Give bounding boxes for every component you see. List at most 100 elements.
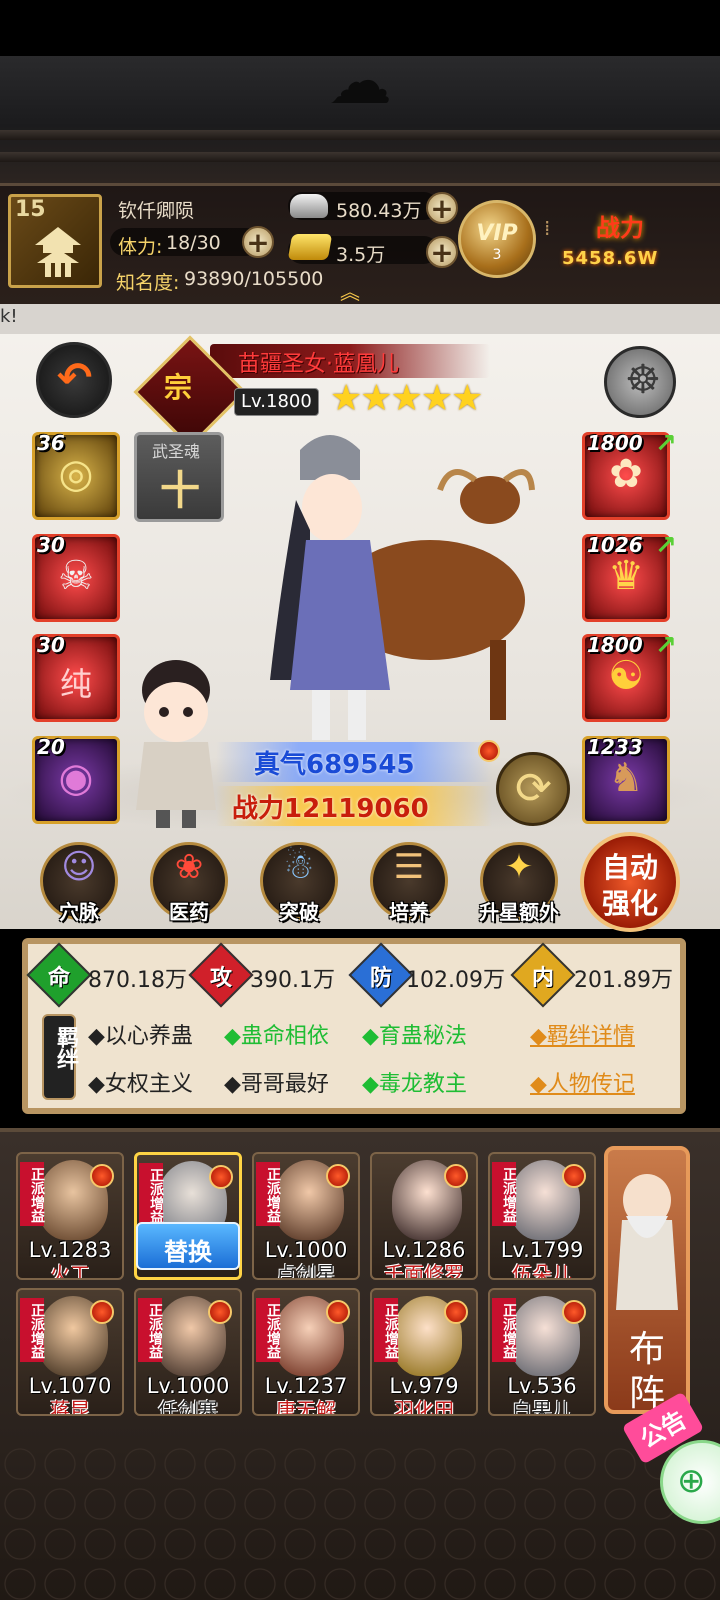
hero-class-label: 宗 — [164, 371, 193, 404]
stamina-label: 体力: — [118, 236, 163, 258]
skill-slot-1[interactable]: 36 ◎ — [32, 431, 120, 520]
bond-detail-link[interactable]: ◆羁绊详情 — [530, 1018, 635, 1050]
equipment-slot-1[interactable]: 1800 ✿ ↗ — [582, 429, 677, 520]
hero-level: Lv.1800 — [234, 388, 319, 416]
team-member-1[interactable]: 正派增益 Lv.1283 火工 — [16, 1152, 124, 1280]
notification-dot — [90, 1164, 114, 1188]
notification-dot — [326, 1300, 350, 1324]
skill-slot-2[interactable]: 30 ☠ — [32, 533, 120, 622]
player-level: 15 — [15, 197, 46, 222]
team-member-10[interactable]: 正派增益 Lv.536 白果儿 — [488, 1288, 596, 1416]
roof-beam — [0, 152, 720, 162]
team-member-6[interactable]: 正派增益 Lv.1070 蒋昆 — [16, 1288, 124, 1416]
back-arrow-icon: ↶ — [57, 353, 93, 402]
ornament-icon: ⁞ — [544, 216, 551, 240]
bottom-pattern — [0, 1444, 720, 1600]
hero-power-value: 战力12119060 — [232, 794, 429, 824]
add-silver-button[interactable]: + — [426, 192, 458, 224]
total-power-value: 5458.6W — [562, 248, 659, 269]
defense-attr-label: 防 — [370, 966, 393, 991]
ox-icon: ♞ — [608, 755, 644, 801]
breakthrough-label: 突破 — [279, 900, 319, 924]
notification-dot — [208, 1300, 232, 1324]
mount-slot[interactable]: 1233 ♞ — [582, 735, 670, 824]
add-stamina-button[interactable]: + — [242, 226, 274, 258]
roof-banner: ☁ — [0, 50, 720, 186]
faction-buff-tag: 正派增益 — [138, 1298, 163, 1362]
faction-buff-tag: 正派增益 — [139, 1163, 164, 1227]
skill-slot-count: 30 — [37, 633, 65, 657]
faction-buff-tag: 正派增益 — [256, 1298, 281, 1362]
notification-dot — [444, 1164, 468, 1188]
member-name: 白果儿 — [512, 1398, 572, 1416]
team-member-3[interactable]: 正派增益 Lv.1000 卢剑星 — [252, 1152, 360, 1280]
medicine-label: 医药 — [169, 900, 209, 924]
bonds-tag-label: 羁绊 — [53, 1026, 78, 1070]
team-member-4[interactable]: Lv.1286 千面修罗 — [370, 1152, 478, 1280]
gold-value: 3.5万 — [336, 244, 386, 266]
skill-slot-4[interactable]: 20 ◉ — [32, 735, 120, 824]
team-member-9[interactable]: 正派增益 Lv.979 羽化田 — [370, 1288, 478, 1416]
back-button[interactable]: ↶ — [36, 342, 112, 418]
notification-dot — [444, 1300, 468, 1324]
formation-portrait — [616, 1174, 678, 1310]
bonds-tag: 羁绊 — [42, 1014, 78, 1100]
auto-enhance-button[interactable]: 自动 强化 — [580, 832, 680, 932]
expand-chevron-icon[interactable]: ︽ — [340, 276, 360, 305]
member-name: 羽化田 — [394, 1398, 454, 1416]
notification-dot — [209, 1165, 233, 1189]
faction-buff-tag: 正派增益 — [374, 1298, 399, 1362]
add-gold-button[interactable]: + — [426, 236, 458, 268]
team-member-5[interactable]: 正派增益 Lv.1799 伍朵儿 — [488, 1152, 596, 1280]
team-member-7[interactable]: 正派增益 Lv.1000 任剑寒 — [134, 1288, 242, 1416]
equipment-slot-3[interactable]: 1800 ☯ ↗ — [582, 631, 677, 722]
skill-slot-3[interactable]: 30 纯 — [32, 633, 120, 722]
replace-button[interactable]: 替换 — [136, 1222, 240, 1270]
equipment-slot-2[interactable]: 1026 ♛ ↗ — [582, 531, 677, 622]
vip-badge[interactable]: VIP 3 — [458, 200, 536, 278]
inner-attr-value: 201.89万 — [574, 968, 673, 993]
defense-attr-value: 102.09万 — [406, 968, 505, 993]
member-name: 火工 — [50, 1262, 90, 1280]
skull-icon: ☠ — [58, 553, 94, 599]
swap-hero-button[interactable]: ⟳ — [496, 752, 570, 826]
meridian-icon: ☺ — [61, 847, 97, 887]
breakthrough-icon: ☃ — [283, 847, 315, 887]
gamepad-icon: ⊕ — [677, 1461, 706, 1501]
upgrade-arrow-icon: ↗ — [655, 429, 677, 459]
gold-bar-icon — [287, 234, 333, 260]
meditating-figure-icon: ☸ — [625, 357, 661, 403]
bond-item: ◆哥哥最好 — [224, 1072, 329, 1097]
member-name: 唐无解 — [276, 1398, 336, 1416]
marquee-bar — [0, 304, 720, 334]
faction-buff-tag: 正派增益 — [492, 1298, 517, 1362]
silver-value: 580.43万 — [336, 200, 422, 222]
upgrade-arrow-icon: ↗ — [655, 531, 677, 561]
team-member-8[interactable]: 正派增益 Lv.1237 唐无解 — [252, 1288, 360, 1416]
biography-link[interactable]: ◆人物传记 — [530, 1066, 635, 1098]
star-up-icon: ✦ — [504, 847, 534, 887]
pure-glyph-icon: 纯 — [59, 665, 92, 703]
member-name: 任剑寒 — [158, 1398, 218, 1416]
formation-button[interactable]: 布 阵 — [604, 1146, 690, 1414]
fame-value: 93890/105500 — [184, 268, 324, 290]
notification-dot — [326, 1164, 350, 1188]
auto-enhance-label-1: 自动 — [601, 851, 658, 884]
stamina-value: 18/30 — [166, 232, 221, 254]
replace-button-label: 替换 — [164, 1238, 212, 1266]
bond-item: ◆育蛊秘法 — [362, 1024, 467, 1049]
orb-icon: ◉ — [58, 755, 94, 801]
meridian-label: 穴脉 — [59, 900, 99, 924]
bond-item: ◆女权主义 — [88, 1072, 193, 1097]
roof-beam — [0, 130, 720, 140]
medicine-icon: ❀ — [174, 847, 204, 887]
refresh-icon: ⟳ — [515, 763, 552, 814]
fame-label: 知名度: — [116, 272, 180, 294]
hero-portrait — [270, 435, 535, 740]
faction-buff-tag: 正派增益 — [20, 1162, 45, 1226]
cultivate-label: 培养 — [389, 900, 429, 924]
player-level-badge[interactable]: 15 — [8, 194, 102, 288]
hero-star-rating: ★★★★★ — [330, 378, 483, 419]
meditate-button[interactable]: ☸ — [604, 346, 676, 418]
notification-dot — [562, 1300, 586, 1324]
